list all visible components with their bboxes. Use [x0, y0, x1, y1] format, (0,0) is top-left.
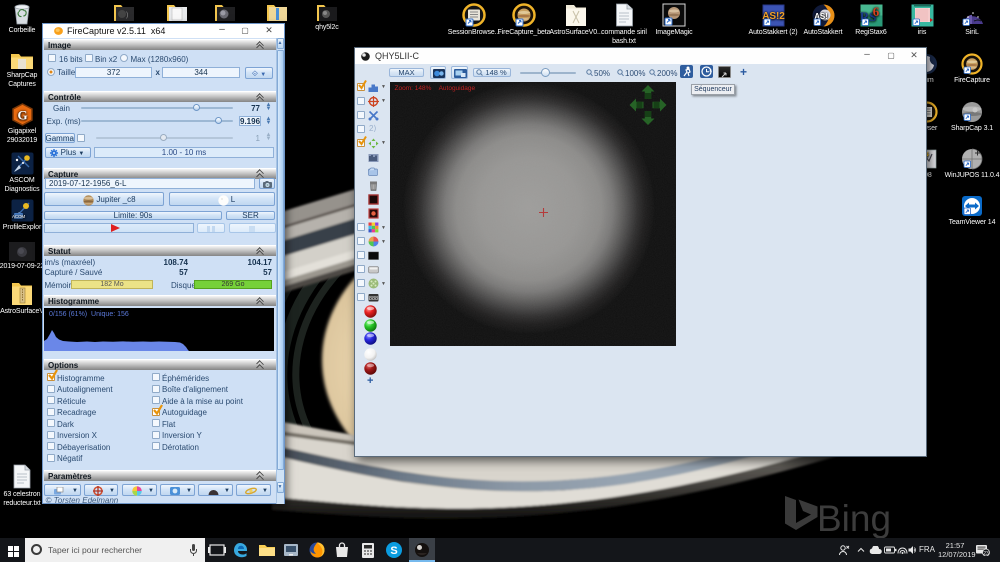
svg-text:G: G [17, 108, 27, 123]
svg-text:): ) [126, 12, 128, 19]
svg-text:6: 6 [872, 4, 879, 19]
svg-text:23: 23 [983, 551, 989, 556]
svg-text:888: 888 [369, 296, 378, 302]
svg-text:ACOM: ACOM [11, 214, 24, 219]
svg-text:Bing: Bing [817, 498, 891, 539]
svg-text:S: S [390, 545, 397, 557]
